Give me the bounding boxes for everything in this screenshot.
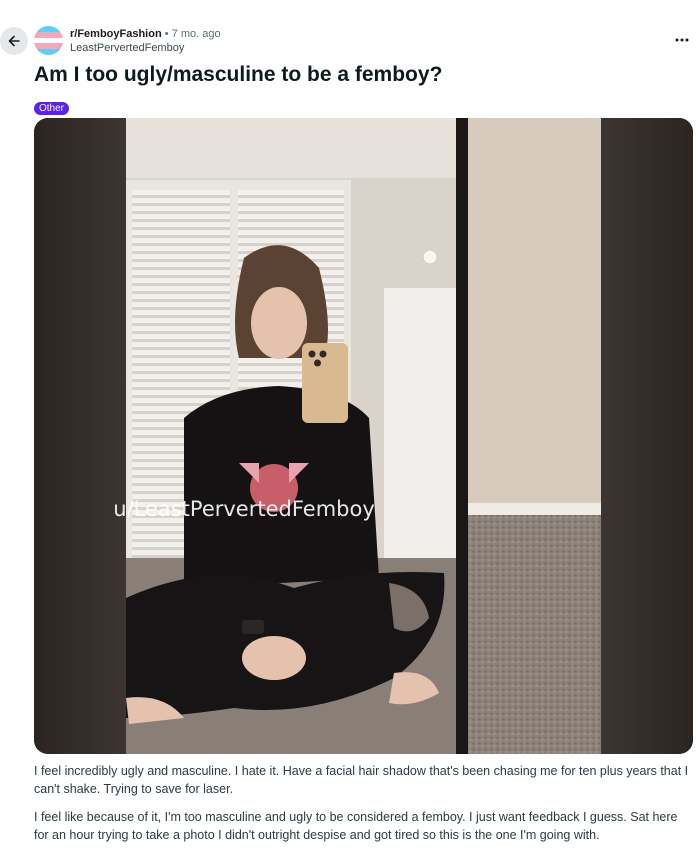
post-page: r/FemboyFashion • 7 mo. ago LeastPervert… [0, 0, 699, 851]
more-options-button[interactable] [671, 30, 693, 50]
arrow-left-icon [8, 35, 20, 47]
image-watermark: u/LeastPervertedFemboy [113, 497, 375, 521]
post-title[interactable]: Am I too ugly/masculine to be a femboy? [34, 60, 674, 90]
subreddit-link[interactable]: r/FemboyFashion [70, 28, 162, 40]
post-photo: u/LeastPervertedFemboy [34, 118, 693, 754]
post-body-paragraph: I feel incredibly ugly and masculine. I … [34, 764, 689, 796]
meta-separator: • [164, 28, 169, 40]
post-image[interactable]: u/LeastPervertedFemboy [34, 118, 693, 754]
back-button[interactable] [0, 27, 28, 55]
author-link[interactable]: LeastPervertedFemboy [70, 41, 221, 55]
post-body: I feel incredibly ugly and masculine. I … [34, 762, 689, 851]
post-body-paragraph: I feel like because of it, I'm too mascu… [34, 810, 678, 842]
trans-flag-icon [34, 26, 63, 55]
post-flair[interactable]: Other [34, 102, 70, 115]
post-meta: r/FemboyFashion • 7 mo. ago LeastPervert… [70, 27, 221, 55]
more-horizontal-icon [675, 38, 689, 42]
subreddit-avatar[interactable] [34, 26, 63, 55]
post-time: 7 mo. ago [171, 28, 221, 40]
